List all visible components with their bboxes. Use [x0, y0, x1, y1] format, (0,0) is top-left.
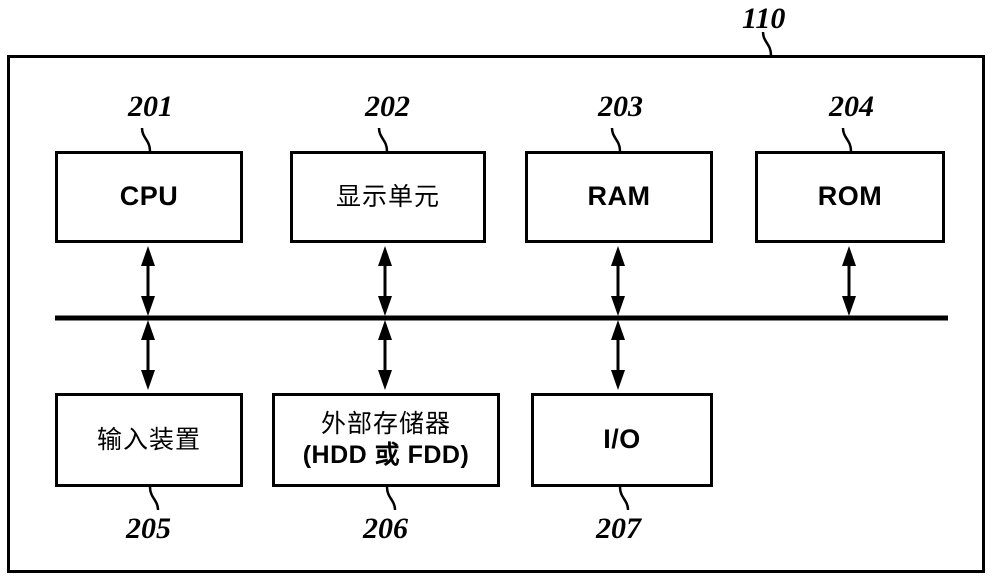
block-io: I/O	[531, 393, 713, 487]
block-ram: RAM	[525, 151, 713, 243]
leader-line-207	[618, 486, 630, 511]
block-input-device: 输入装置	[55, 393, 243, 487]
block-display-unit: 显示单元	[290, 151, 486, 243]
connector-display-unit-bus	[378, 246, 392, 316]
leader-line-201	[140, 127, 152, 152]
connector-bus-input-device	[141, 320, 155, 390]
block-io-label: I/O	[603, 424, 641, 455]
diagram-vector-layer	[55, 31, 948, 511]
reference-numeral-202: 202	[365, 90, 410, 123]
reference-numeral-203: 203	[598, 90, 643, 123]
reference-numeral-204: 204	[829, 90, 874, 123]
reference-numeral-110: 110	[742, 2, 786, 35]
connector-ram-bus	[611, 246, 625, 316]
connector-cpu-bus	[141, 246, 155, 316]
block-ram-label: RAM	[587, 181, 651, 212]
reference-numeral-205: 205	[126, 512, 171, 545]
block-display-unit-label: 显示单元	[335, 181, 440, 211]
reference-numeral-207: 207	[596, 512, 641, 545]
block-rom-label: ROM	[817, 181, 883, 212]
connector-rom-bus	[842, 246, 856, 316]
block-external-storage: 外部存储器 (HDD 或 FDD)	[272, 393, 500, 487]
block-rom: ROM	[755, 151, 945, 243]
reference-numeral-206: 206	[363, 512, 408, 545]
leader-line-205	[148, 486, 160, 511]
leader-line-206	[385, 486, 397, 511]
block-external-storage-label-line2: (HDD 或 FDD)	[302, 441, 470, 469]
block-input-device-label: 输入装置	[96, 424, 201, 454]
patent-figure: 110 201 202 203 204 205 206 207 CPU 显示单元…	[0, 0, 1000, 584]
block-external-storage-label-line1: 外部存储器	[320, 409, 451, 439]
leader-line-202	[377, 127, 389, 152]
leader-line-203	[610, 127, 622, 152]
connector-bus-io	[611, 320, 625, 390]
reference-numeral-201: 201	[128, 90, 173, 123]
connector-bus-external-storage	[378, 320, 392, 390]
leader-line-204	[841, 127, 853, 152]
block-cpu-label: CPU	[119, 181, 179, 212]
block-cpu: CPU	[55, 151, 243, 243]
